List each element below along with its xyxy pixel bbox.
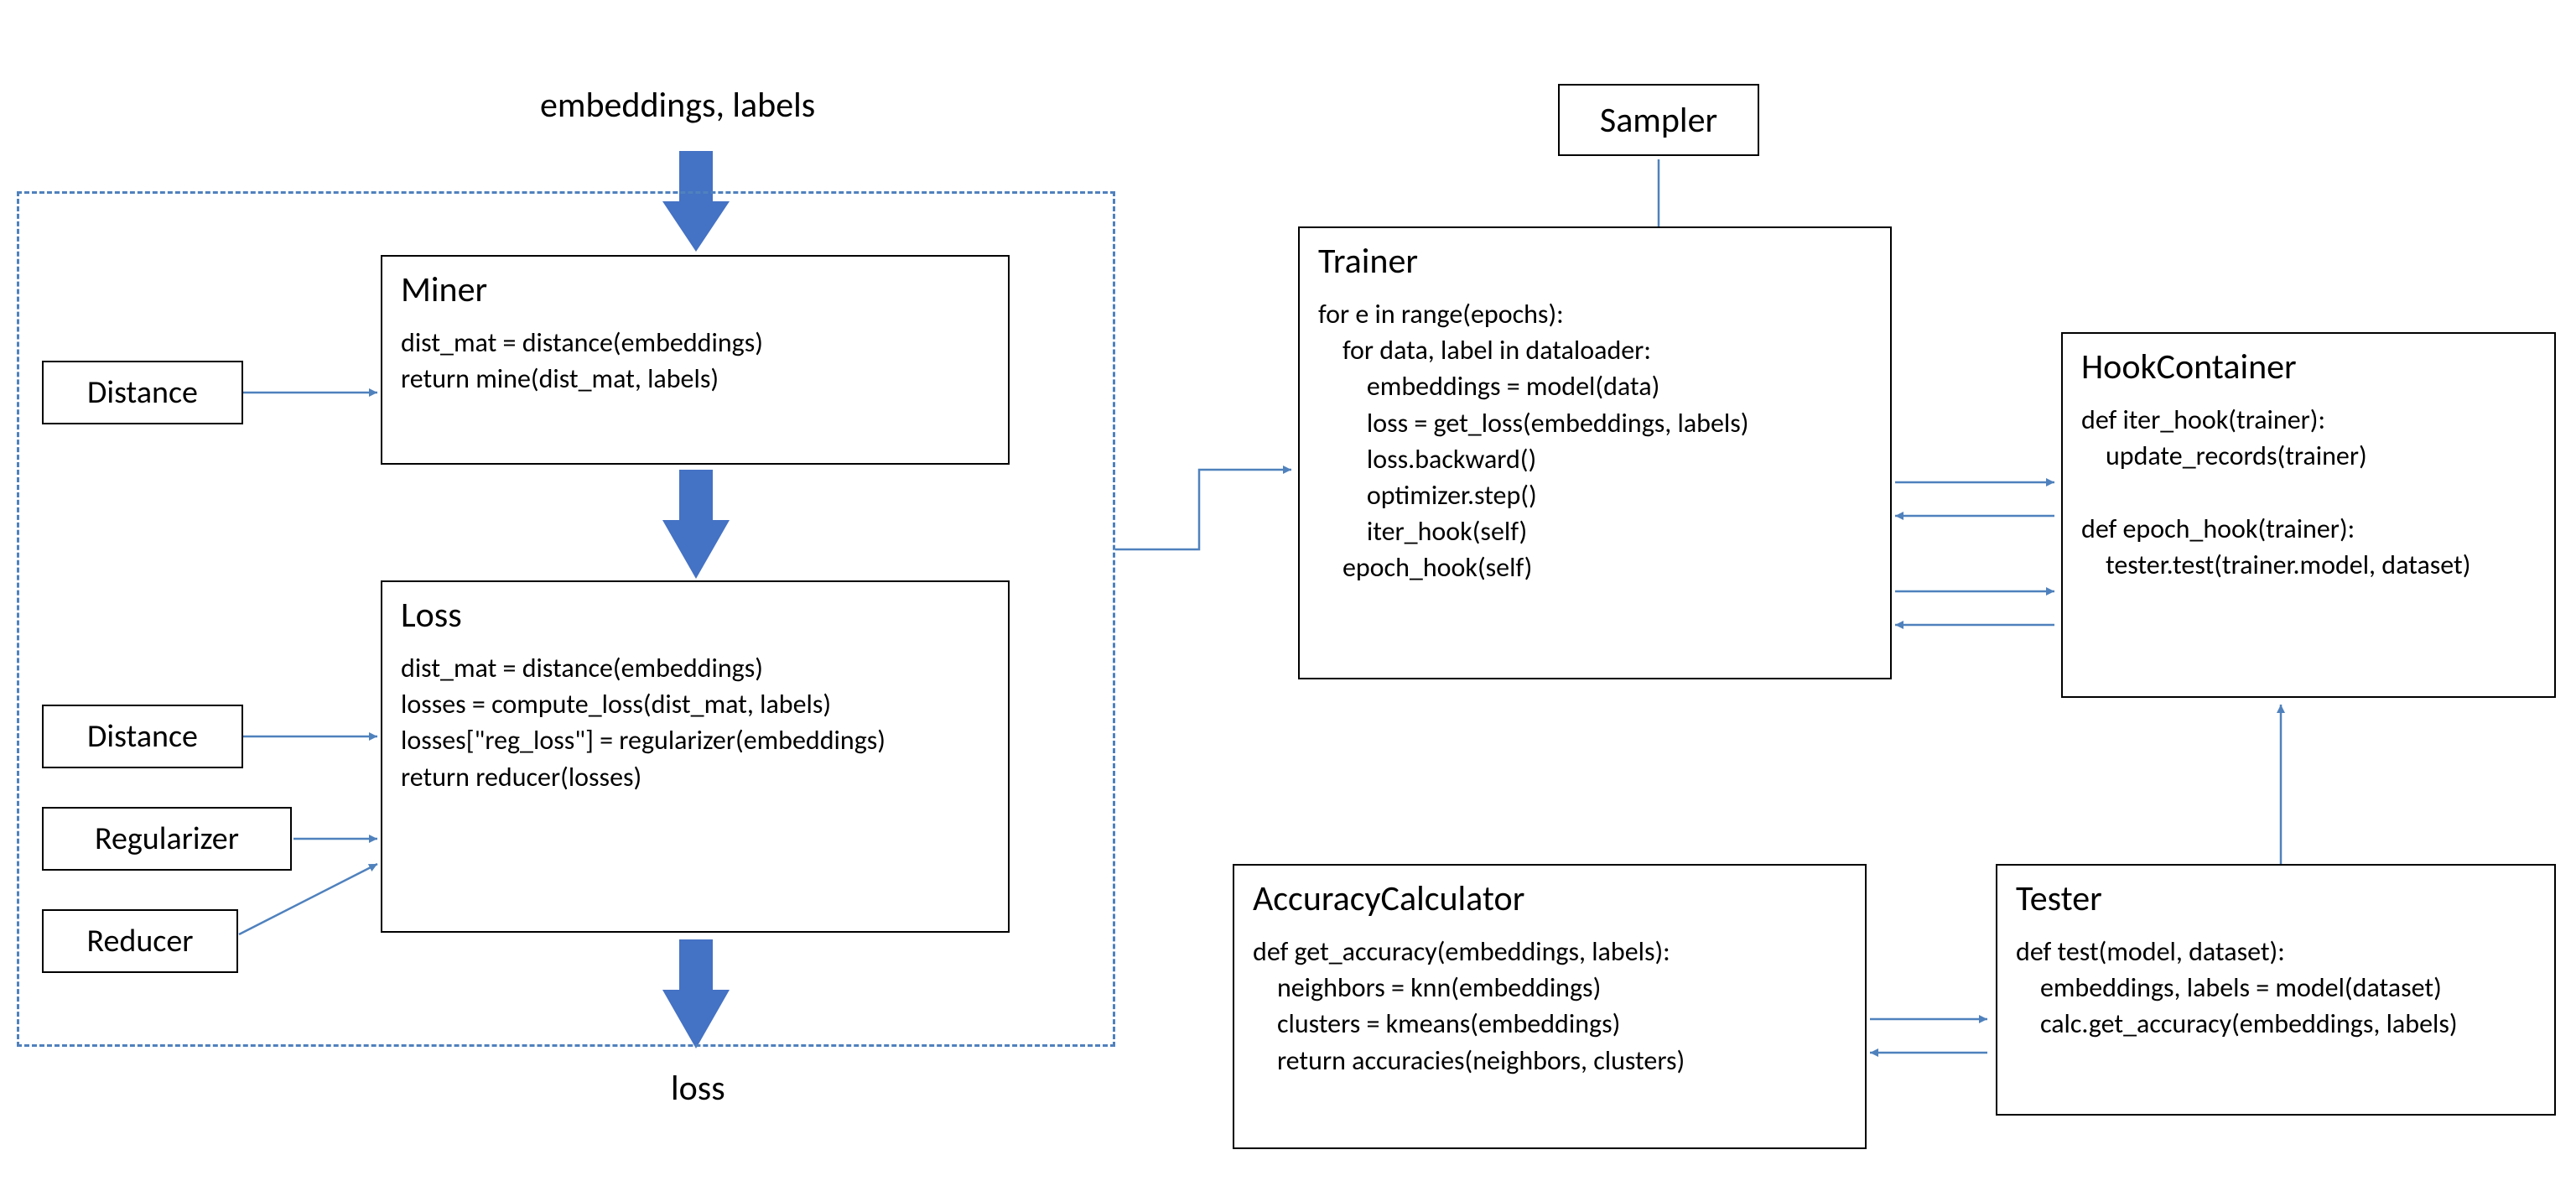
- loss-code: dist_mat = distance(embeddings) losses =…: [401, 650, 989, 795]
- thick-arrow-bottom: [662, 939, 730, 1048]
- distance-box-2: Distance: [42, 705, 243, 768]
- trainer-title: Trainer: [1318, 240, 1872, 283]
- arrow-reducer-loss: [239, 864, 377, 934]
- hook-code: def iter_hook(trainer): update_records(t…: [2081, 402, 2536, 583]
- tester-title: Tester: [2016, 877, 2536, 920]
- distance1-label: Distance: [87, 373, 198, 412]
- miner-box: Miner dist_mat = distance(embeddings) re…: [381, 255, 1010, 465]
- acc-code: def get_accuracy(embeddings, labels): ne…: [1253, 934, 1846, 1079]
- loss-box: Loss dist_mat = distance(embeddings) los…: [381, 580, 1010, 933]
- trainer-code: for e in range(epochs): for data, label …: [1318, 296, 1872, 586]
- regularizer-box: Regularizer: [42, 807, 292, 871]
- hook-title: HookContainer: [2081, 346, 2536, 388]
- arrow-dashed-to-trainer: [1115, 470, 1291, 549]
- output-label: loss: [671, 1067, 725, 1110]
- input-label: embeddings, labels: [540, 84, 815, 127]
- acc-box: AccuracyCalculator def get_accuracy(embe…: [1233, 864, 1867, 1149]
- acc-title: AccuracyCalculator: [1253, 877, 1846, 920]
- loss-title: Loss: [401, 594, 989, 637]
- thick-arrow-mid: [662, 470, 730, 579]
- miner-code: dist_mat = distance(embeddings) return m…: [401, 325, 989, 397]
- tester-box: Tester def test(model, dataset): embeddi…: [1996, 864, 2556, 1116]
- regularizer-label: Regularizer: [95, 819, 239, 858]
- thick-arrow-top: [662, 151, 730, 252]
- trainer-box: Trainer for e in range(epochs): for data…: [1298, 226, 1892, 679]
- distance2-label: Distance: [87, 717, 198, 756]
- miner-title: Miner: [401, 268, 989, 311]
- reducer-box: Reducer: [42, 909, 238, 973]
- sampler-label: Sampler: [1600, 99, 1717, 142]
- distance-box-1: Distance: [42, 361, 243, 424]
- hook-box: HookContainer def iter_hook(trainer): up…: [2061, 332, 2556, 698]
- sampler-box: Sampler: [1558, 84, 1759, 156]
- reducer-label: Reducer: [86, 922, 193, 960]
- diagram-canvas: embeddings, labels loss Miner dist_mat =…: [0, 0, 2576, 1181]
- tester-code: def test(model, dataset): embeddings, la…: [2016, 934, 2536, 1043]
